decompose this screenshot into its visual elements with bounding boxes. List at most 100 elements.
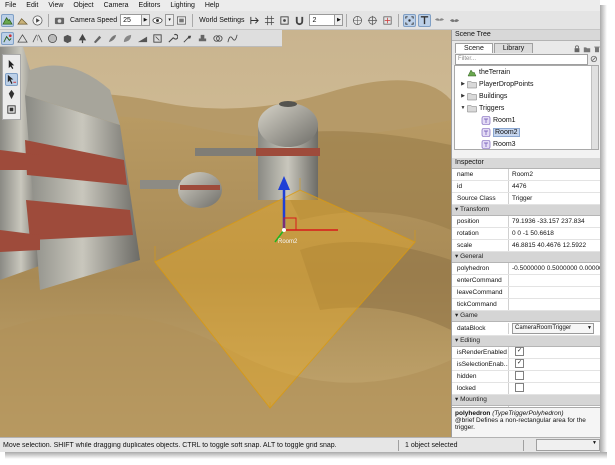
center-pivot-button[interactable] [381, 14, 394, 27]
decal-editor-button[interactable] [16, 32, 29, 45]
locked-checkbox[interactable] [515, 383, 524, 392]
datablock-select[interactable]: CameraRoomTrigger ▼ [512, 323, 594, 334]
tree-item-room1[interactable]: Room1 [455, 114, 598, 126]
bird-toggle-button[interactable] [433, 14, 446, 27]
object-editor-button[interactable] [1, 31, 14, 45]
menu-help[interactable]: Help [200, 2, 224, 9]
object-transform-button[interactable] [366, 14, 379, 27]
status-bar: Move selection. SHIFT while dragging dup… [0, 437, 600, 452]
shovel-button[interactable] [181, 32, 194, 45]
trigger-icon [481, 127, 491, 137]
wrench-button[interactable] [166, 32, 179, 45]
menu-bar: File Edit View Object Camera Editors Lig… [0, 0, 600, 11]
group-mounting[interactable]: ▾ Mounting [452, 395, 600, 406]
tab-library[interactable]: Library [493, 43, 534, 53]
bird-toggle-button-2[interactable] [448, 14, 461, 27]
object-place-icon [3, 33, 12, 42]
spline-button[interactable] [226, 32, 239, 45]
tree-item-room3[interactable]: Room3 [455, 138, 598, 149]
select-tool-button[interactable] [5, 58, 18, 71]
menu-lighting[interactable]: Lighting [165, 2, 200, 9]
clear-filter-icon[interactable] [590, 55, 598, 63]
world-transform-button[interactable] [351, 14, 364, 27]
tree-item-buildings[interactable]: ▶ Buildings [455, 90, 598, 102]
rotate-tool-button[interactable] [5, 88, 18, 101]
camera-speed-dropdown[interactable]: ▶ [142, 14, 151, 26]
group-editing[interactable]: ▾ Editing [452, 336, 600, 347]
globe-icon [353, 15, 363, 25]
knot-icon [213, 34, 223, 42]
object-snap-button[interactable] [278, 14, 291, 27]
crop-button[interactable] [151, 32, 164, 45]
property-value[interactable]: Room2 [509, 169, 600, 180]
menu-object[interactable]: Object [68, 2, 98, 9]
scene-filter-input[interactable]: Filter... [455, 53, 589, 65]
collapse-arrow-icon[interactable]: ▼ [459, 105, 467, 111]
visibility-dropdown[interactable]: ▾ [165, 14, 175, 26]
text-labels-button[interactable] [418, 13, 432, 27]
property-value: 4476 [512, 183, 527, 190]
property-value[interactable]: 46.8815 40.4676 12.5922 [509, 240, 600, 251]
snap-size-input[interactable]: 2 [309, 14, 336, 26]
hidden-checkbox[interactable] [515, 371, 524, 380]
tree-item-triggers[interactable]: ▼ Triggers [455, 102, 598, 114]
property-value[interactable] [509, 287, 600, 298]
rotate-icon [8, 89, 15, 100]
play-game-button[interactable] [31, 14, 44, 27]
menu-file[interactable]: File [0, 2, 21, 9]
bird-icon [450, 18, 460, 22]
group-game[interactable]: ▾ Game [452, 311, 600, 322]
tree-item-playerdroppoints[interactable]: ▶ PlayerDropPoints [455, 78, 598, 90]
select-mode-button[interactable] [403, 13, 417, 27]
camera-view-button[interactable] [175, 14, 188, 27]
property-value[interactable] [509, 275, 600, 286]
property-value[interactable]: -0.5000000 0.5000000 0.0000000 [509, 263, 600, 274]
sphere-button[interactable] [46, 32, 59, 45]
property-value[interactable]: 79.1936 -33.157 237.834 [509, 216, 600, 227]
tree-scrollbar[interactable] [591, 66, 598, 149]
group-transform[interactable]: ▾ Transform [452, 205, 600, 216]
group-general[interactable]: ▾ General [452, 252, 600, 263]
menu-editors[interactable]: Editors [134, 2, 166, 9]
road-button[interactable] [136, 32, 149, 45]
camera-speed-input[interactable]: 25 [120, 14, 143, 26]
mountain-icon [2, 16, 13, 25]
lock-icon[interactable] [573, 45, 581, 53]
forest-editor-button[interactable] [76, 32, 89, 45]
mesh-road-button[interactable] [61, 32, 74, 45]
menu-camera[interactable]: Camera [99, 2, 134, 9]
expand-arrow-icon[interactable]: ▶ [459, 81, 467, 87]
leaf-button[interactable] [121, 32, 134, 45]
brush-button[interactable] [91, 32, 104, 45]
status-dropdown[interactable]: ▼ [536, 439, 600, 451]
tree-item-theterrain[interactable]: theTerrain [455, 66, 598, 78]
terrain-editor-button[interactable] [1, 13, 14, 27]
expand-arrow-icon[interactable]: ▶ [459, 93, 467, 99]
magnet-snap-button[interactable] [293, 14, 306, 27]
grid-snap-button[interactable] [263, 14, 276, 27]
3d-viewport[interactable]: Room2 [0, 30, 451, 437]
tree-item-room2[interactable]: Room2 [455, 126, 598, 138]
stamp-button[interactable] [196, 32, 209, 45]
river-editor-button[interactable] [31, 32, 44, 45]
property-value[interactable] [509, 299, 600, 310]
feather-button[interactable] [106, 32, 119, 45]
trash-icon[interactable] [593, 45, 600, 53]
snap-size-dropdown[interactable]: ▶ [335, 14, 344, 26]
move-tool-button[interactable] [5, 73, 18, 86]
selection-enabled-checkbox[interactable]: ✓ [515, 359, 524, 368]
visibility-button[interactable] [151, 14, 164, 27]
scale-tool-button[interactable] [5, 103, 18, 116]
property-key: leaveCommand [452, 287, 509, 298]
property-value[interactable]: 0 0 -1 50.6618 [509, 228, 600, 239]
camera-button[interactable] [53, 14, 66, 27]
menu-view[interactable]: View [43, 2, 68, 9]
snap-to-ground-button[interactable] [248, 14, 261, 27]
menu-edit[interactable]: Edit [21, 2, 43, 9]
terrain-painter-button[interactable] [16, 14, 29, 27]
knot-button[interactable] [211, 32, 224, 45]
render-enabled-checkbox[interactable]: ✓ [515, 347, 524, 356]
folder-add-icon[interactable] [583, 45, 591, 53]
move-icon [7, 74, 17, 85]
tab-scene[interactable]: Scene [455, 43, 493, 53]
